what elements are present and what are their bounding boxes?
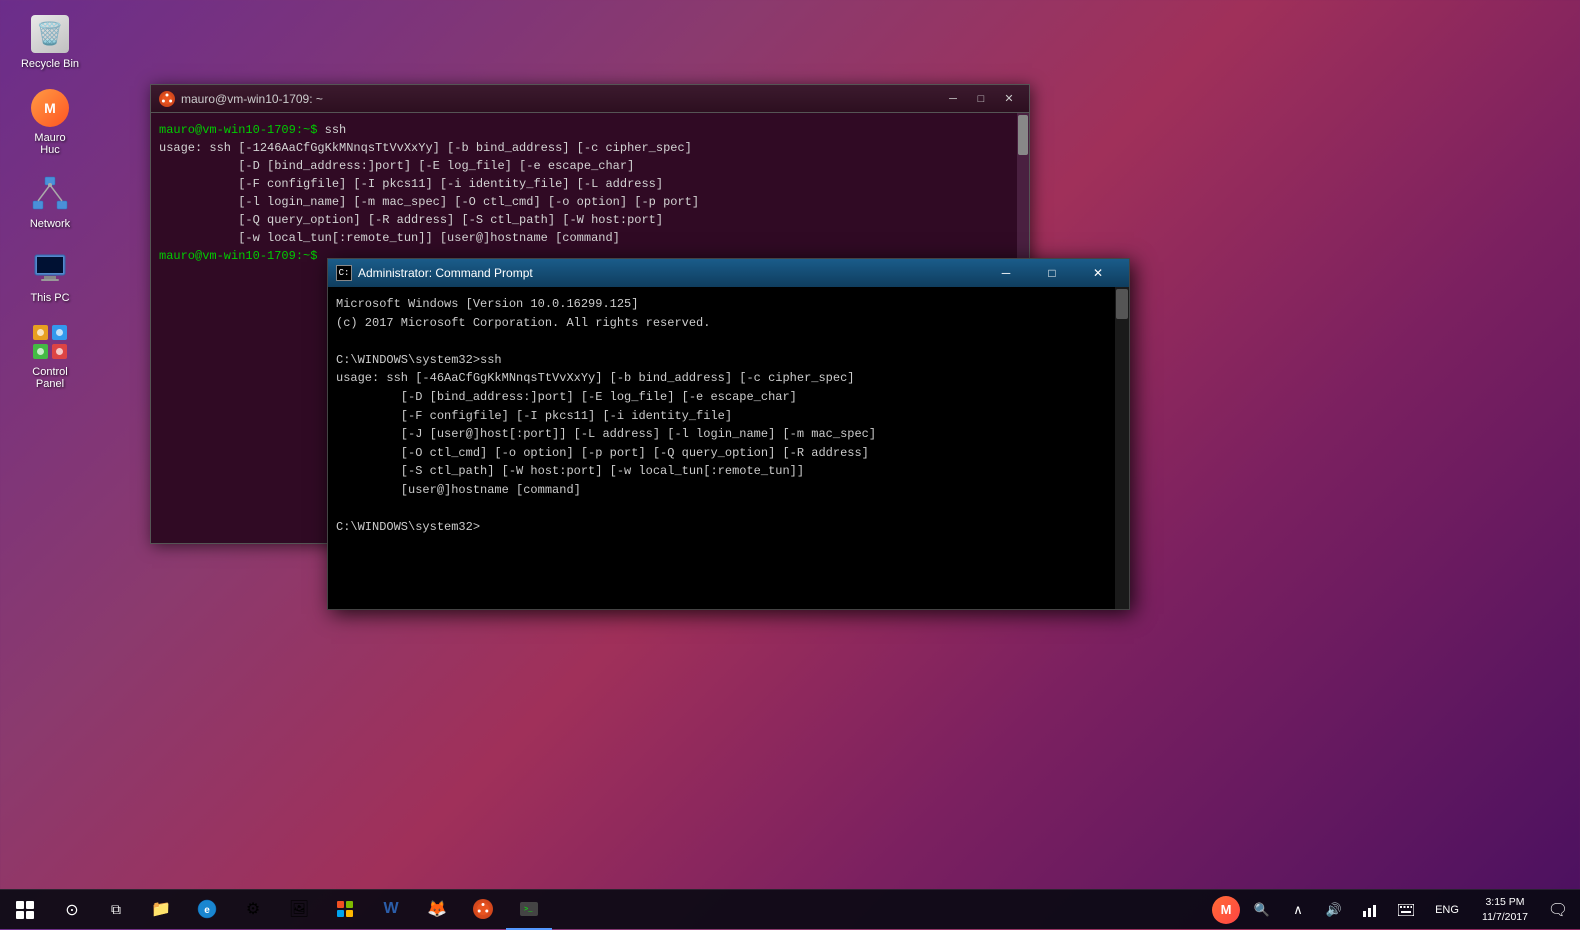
cmd-scrollbar[interactable]	[1115, 287, 1129, 609]
ubuntu-terminal-title: mauro@vm-win10-1709: ~	[181, 92, 323, 106]
control-panel-icon[interactable]: ControlPanel	[10, 318, 90, 394]
ubuntu-terminal-controls: ─ □ ✕	[941, 90, 1021, 108]
volume-icon: 🔊	[1326, 902, 1342, 918]
control-panel-label: ControlPanel	[32, 366, 67, 390]
svg-text:e: e	[204, 905, 210, 916]
cmd-line-5: usage: ssh [-46AaCfGgKkMNnqsTtVvXxYy] [-…	[336, 369, 1121, 388]
store-icon	[335, 899, 355, 919]
task-view-button[interactable]: ⧉	[94, 890, 138, 930]
cmd-scrollbar-thumb	[1116, 289, 1128, 319]
terminal-icon: >_	[519, 899, 539, 919]
ubuntu-line-5: [-l login_name] [-m mac_spec] [-O ctl_cm…	[159, 193, 1021, 211]
cmd-line-6: [-D [bind_address:]port] [-E log_file] […	[336, 388, 1121, 407]
taskbar-settings[interactable]: ⚙	[230, 890, 276, 930]
cmd-line-9: [-O ctl_cmd] [-o option] [-p port] [-Q q…	[336, 444, 1121, 463]
system-tray: M 🔍 ∧ 🔊	[1208, 890, 1580, 930]
taskbar-photos[interactable]: 🖼	[276, 890, 322, 930]
windows-logo-icon	[16, 901, 34, 919]
taskbar-firefox[interactable]: 🦊	[414, 890, 460, 930]
language-label: ENG	[1435, 904, 1459, 916]
cmd-terminal-controls: ─ □ ✕	[983, 259, 1121, 287]
photos-icon: 🖼	[289, 899, 309, 919]
ubuntu-maximize-button[interactable]: □	[969, 90, 993, 108]
firefox-icon: 🦊	[427, 899, 447, 919]
this-pc-label: This PC	[30, 292, 69, 304]
task-view-icon: ⧉	[111, 901, 121, 918]
tray-clock[interactable]: 3:15 PM 11/7/2017	[1470, 890, 1540, 930]
ubuntu-line-7: [-w local_tun[:remote_tun]] [user@]hostn…	[159, 229, 1021, 247]
taskbar-ubuntu[interactable]	[460, 890, 506, 930]
mauro-huc-label: MauroHuc	[34, 132, 65, 156]
ubuntu-logo	[159, 91, 175, 107]
ubuntu-line-4: [-F configfile] [-I pkcs11] [-i identity…	[159, 175, 1021, 193]
edge-icon: e	[197, 899, 217, 919]
keyboard-icon	[1398, 904, 1414, 916]
ubuntu-line-2: usage: ssh [-1246AaCfGgKkMNnqsTtVvXxYy] …	[159, 139, 1021, 157]
tray-language-icon[interactable]: ENG	[1424, 890, 1470, 930]
svg-text:>_: >_	[524, 906, 533, 914]
tray-network-icon[interactable]	[1352, 890, 1388, 930]
ubuntu-line-6: [-Q query_option] [-R address] [-S ctl_p…	[159, 211, 1021, 229]
tray-date: 11/7/2017	[1482, 910, 1528, 925]
network-label: Network	[30, 218, 70, 230]
taskbar: ⊙ ⧉ 📁 e ⚙ 🖼 W 🦊	[0, 889, 1580, 929]
cmd-line-13: C:\WINDOWS\system32>	[336, 518, 1121, 537]
start-button[interactable]	[0, 890, 50, 930]
file-explorer-icon: 📁	[151, 899, 171, 919]
tray-avatar[interactable]: M	[1208, 890, 1244, 930]
taskbar-edge[interactable]: e	[184, 890, 230, 930]
tray-time: 3:15 PM	[1485, 895, 1524, 910]
cmd-close-button[interactable]: ✕	[1075, 259, 1121, 287]
cmd-maximize-button[interactable]: □	[1029, 259, 1075, 287]
mauro-huc-icon[interactable]: M MauroHuc	[10, 84, 90, 160]
search-icon: ⊙	[65, 900, 78, 920]
ubuntu-minimize-button[interactable]: ─	[941, 90, 965, 108]
cmd-terminal-content[interactable]: Microsoft Windows [Version 10.0.16299.12…	[328, 287, 1129, 609]
cmd-terminal-titlebar[interactable]: C: Administrator: Command Prompt ─ □ ✕	[328, 259, 1129, 287]
cmd-line-4: C:\WINDOWS\system32>ssh	[336, 351, 1121, 370]
tray-volume-icon[interactable]: 🔊	[1316, 890, 1352, 930]
taskbar-file-explorer[interactable]: 📁	[138, 890, 184, 930]
recycle-bin-label: Recycle Bin	[21, 58, 79, 70]
ubuntu-scrollbar-thumb	[1018, 115, 1028, 155]
tray-show-hidden-button[interactable]: ∧	[1280, 890, 1316, 930]
cmd-line-2: (c) 2017 Microsoft Corporation. All righ…	[336, 314, 1121, 333]
desktop-icons: 🗑️ Recycle Bin M MauroHuc Network	[10, 10, 90, 394]
tray-search-icon[interactable]: 🔍	[1244, 890, 1280, 930]
cortana-icon: 🔍	[1254, 902, 1270, 918]
cmd-line-7: [-F configfile] [-I pkcs11] [-i identity…	[336, 407, 1121, 426]
taskbar-store[interactable]	[322, 890, 368, 930]
word-icon: W	[383, 900, 398, 918]
notification-icon: 🗨	[1548, 900, 1568, 920]
cmd-line-11: [user@]hostname [command]	[336, 481, 1121, 500]
taskbar-search-button[interactable]: ⊙	[50, 890, 94, 930]
ubuntu-terminal-titlebar[interactable]: mauro@vm-win10-1709: ~ ─ □ ✕	[151, 85, 1029, 113]
network-tray-icon	[1362, 902, 1378, 918]
cmd-line-8: [-J [user@]host[:port]] [-L address] [-l…	[336, 425, 1121, 444]
taskbar-terminal[interactable]: >_	[506, 890, 552, 930]
network-icon[interactable]: Network	[10, 170, 90, 234]
ubuntu-close-button[interactable]: ✕	[997, 90, 1021, 108]
tray-notification-button[interactable]: 🗨	[1540, 890, 1576, 930]
ubuntu-line-3: [-D [bind_address:]port] [-E log_file] […	[159, 157, 1021, 175]
tray-keyboard-icon[interactable]	[1388, 890, 1424, 930]
chevron-up-icon: ∧	[1293, 902, 1303, 918]
recycle-bin-icon[interactable]: 🗑️ Recycle Bin	[10, 10, 90, 74]
cmd-terminal-window: C: Administrator: Command Prompt ─ □ ✕ M…	[327, 258, 1130, 610]
cmd-minimize-button[interactable]: ─	[983, 259, 1029, 287]
taskbar-word[interactable]: W	[368, 890, 414, 930]
settings-icon: ⚙	[246, 899, 260, 919]
cmd-line-12	[336, 500, 1121, 519]
ubuntu-line-1: mauro@vm-win10-1709:~$ ssh	[159, 121, 1021, 139]
cmd-terminal-title: Administrator: Command Prompt	[358, 266, 533, 280]
cmd-line-3	[336, 332, 1121, 351]
cmd-line-10: [-S ctl_path] [-W host:port] [-w local_t…	[336, 462, 1121, 481]
user-avatar: M	[1212, 896, 1240, 924]
cmd-logo: C:	[336, 265, 352, 281]
cmd-line-1: Microsoft Windows [Version 10.0.16299.12…	[336, 295, 1121, 314]
this-pc-icon[interactable]: This PC	[10, 244, 90, 308]
ubuntu-icon	[473, 899, 493, 919]
